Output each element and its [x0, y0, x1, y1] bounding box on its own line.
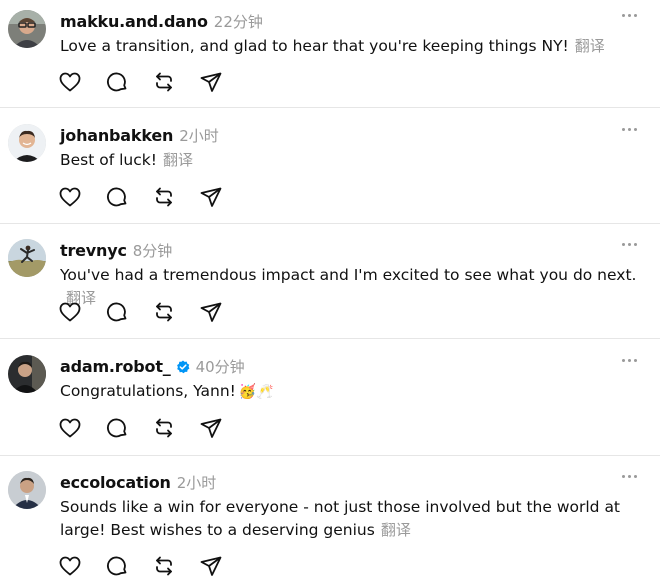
comment-text: Sounds like a win for everyone - not jus… — [60, 496, 645, 542]
username[interactable]: makku.and.dano — [60, 12, 208, 31]
reply-bubble-icon[interactable] — [105, 554, 129, 578]
avatar[interactable] — [8, 355, 46, 393]
action-bar — [58, 554, 246, 578]
more-options-icon[interactable] — [622, 14, 638, 20]
avatar[interactable] — [8, 124, 46, 162]
comment-text: Love a transition, and glad to hear that… — [60, 35, 645, 58]
like-heart-icon[interactable] — [58, 70, 82, 94]
more-options-icon[interactable] — [622, 359, 638, 365]
divider — [0, 338, 660, 339]
translate-link[interactable]: 翻译 — [381, 521, 411, 539]
action-bar — [58, 300, 246, 324]
action-bar — [58, 185, 246, 209]
repost-arrows-icon[interactable] — [152, 70, 176, 94]
comments-feed: makku.and.dano 22分钟 Love a transition, a… — [0, 0, 660, 587]
comment: trevnyc 8分钟 You've had a tremendous impa… — [0, 239, 660, 334]
timestamp: 40分钟 — [195, 357, 245, 376]
username[interactable]: adam.robot_ — [60, 357, 171, 376]
comment-text: Congratulations, Yann! 🥳🥂 — [60, 380, 645, 404]
share-send-icon[interactable] — [199, 554, 223, 578]
comment: makku.and.dano 22分钟 Love a transition, a… — [0, 10, 660, 105]
username[interactable]: eccolocation — [60, 473, 171, 492]
comment-body: Congratulations, Yann! — [60, 382, 236, 400]
reply-bubble-icon[interactable] — [105, 185, 129, 209]
comment-body: Love a transition, and glad to hear that… — [60, 37, 569, 55]
comment-body: Best of luck! — [60, 151, 157, 169]
username[interactable]: trevnyc — [60, 241, 127, 260]
more-options-icon[interactable] — [622, 128, 638, 134]
timestamp: 2小时 — [179, 126, 219, 145]
comment-body: You've had a tremendous impact and I'm e… — [60, 266, 637, 284]
timestamp: 8分钟 — [132, 241, 173, 260]
comment: eccolocation 2小时 Sounds like a win for e… — [0, 471, 660, 587]
verified-badge-icon — [176, 359, 190, 374]
reply-bubble-icon[interactable] — [105, 416, 129, 440]
more-options-icon[interactable] — [622, 243, 638, 249]
comment-body: Sounds like a win for everyone - not jus… — [60, 498, 621, 539]
repost-arrows-icon[interactable] — [152, 416, 176, 440]
translate-link[interactable]: 翻译 — [575, 37, 605, 55]
comment: adam.robot_ 40分钟 Congratulations, Yann! 🥳… — [0, 355, 660, 450]
divider — [0, 223, 660, 224]
reply-bubble-icon[interactable] — [105, 70, 129, 94]
share-send-icon[interactable] — [199, 416, 223, 440]
comment: johanbakken 2小时 Best of luck! 翻译 — [0, 124, 660, 219]
avatar[interactable] — [8, 471, 46, 509]
share-send-icon[interactable] — [199, 300, 223, 324]
repost-arrows-icon[interactable] — [152, 300, 176, 324]
avatar[interactable] — [8, 239, 46, 277]
divider — [0, 455, 660, 456]
divider — [0, 107, 660, 108]
timestamp: 22分钟 — [213, 12, 263, 31]
share-send-icon[interactable] — [199, 70, 223, 94]
action-bar — [58, 70, 246, 94]
like-heart-icon[interactable] — [58, 300, 82, 324]
username[interactable]: johanbakken — [60, 126, 173, 145]
timestamp: 2小时 — [176, 473, 217, 492]
share-send-icon[interactable] — [199, 185, 223, 209]
translate-link[interactable]: 翻译 — [163, 151, 193, 169]
more-options-icon[interactable] — [622, 475, 638, 481]
reply-bubble-icon[interactable] — [105, 300, 129, 324]
party-emoji: 🥳🥂 — [238, 384, 274, 400]
action-bar — [58, 416, 246, 440]
like-heart-icon[interactable] — [58, 416, 82, 440]
repost-arrows-icon[interactable] — [152, 554, 176, 578]
like-heart-icon[interactable] — [58, 185, 82, 209]
comment-text: Best of luck! 翻译 — [60, 149, 645, 172]
avatar[interactable] — [8, 10, 46, 48]
like-heart-icon[interactable] — [58, 554, 82, 578]
repost-arrows-icon[interactable] — [152, 185, 176, 209]
